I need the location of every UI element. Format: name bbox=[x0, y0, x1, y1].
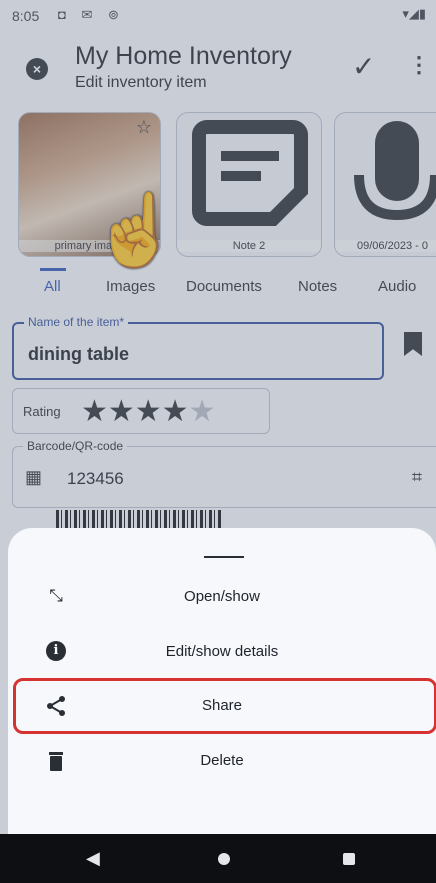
sheet-item-label: Delete bbox=[200, 752, 244, 769]
recents-icon[interactable] bbox=[343, 853, 355, 865]
sheet-item-label: Open/show bbox=[184, 588, 260, 605]
bottom-sheet: ⤡ Open/show i Edit/show details Share De… bbox=[8, 528, 436, 834]
back-icon[interactable]: ◀ bbox=[86, 848, 100, 869]
sheet-item-delete[interactable]: Delete bbox=[8, 738, 436, 784]
app-screen: 8:05 ◘ ✉ ⊚ ▾◢▮ × My Home Inventory Edit … bbox=[0, 0, 436, 883]
sheet-item-open-show[interactable]: ⤡ Open/show bbox=[8, 574, 436, 620]
system-nav-bar: ◀ bbox=[0, 834, 436, 883]
sheet-item-label: Edit/show details bbox=[165, 643, 279, 660]
sheet-item-label: Share bbox=[201, 697, 243, 714]
home-icon[interactable] bbox=[218, 853, 230, 865]
sheet-drag-handle[interactable] bbox=[204, 556, 244, 558]
sheet-item-share[interactable]: Share bbox=[8, 683, 436, 729]
sheet-item-edit-details[interactable]: i Edit/show details bbox=[8, 629, 436, 675]
